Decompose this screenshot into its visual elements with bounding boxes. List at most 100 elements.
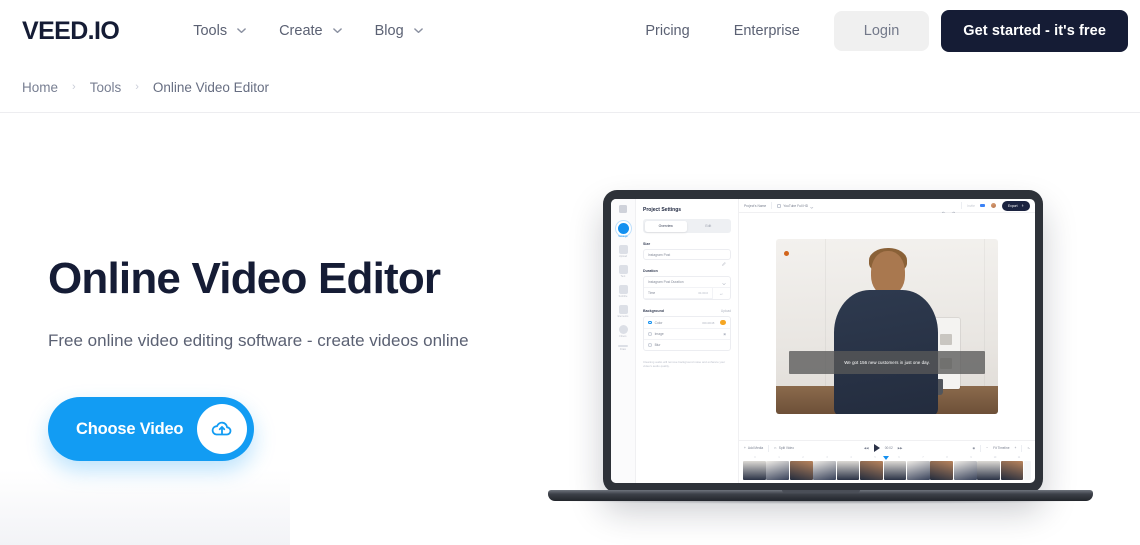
login-button[interactable]: Login <box>833 11 930 51</box>
panel-tabs: Overview Edit <box>643 219 731 233</box>
color-swatch[interactable] <box>720 319 726 326</box>
video-preview[interactable]: We got 156 new customers in just one day… <box>776 239 998 414</box>
avatar[interactable] <box>989 202 997 209</box>
rail-item-subtitle[interactable]: Subtitle <box>611 285 635 298</box>
nav-item-create[interactable]: Create <box>279 23 342 39</box>
undo-icon[interactable] <box>941 203 946 215</box>
breadcrumb-item-home[interactable]: Home <box>8 80 72 95</box>
duration-label: Duration <box>643 269 658 273</box>
background-option-color[interactable]: Color #0C2D48 <box>644 317 730 328</box>
radio-icon <box>648 343 652 347</box>
nav-item-label: Blog <box>374 23 404 39</box>
filmstrip-frame <box>860 461 883 480</box>
nav-item-tools[interactable]: Tools <box>193 23 246 39</box>
export-label: Export <box>1007 203 1018 208</box>
rail-item-label: Draw <box>620 347 626 351</box>
settings-icon <box>617 223 629 234</box>
timeline-ruler[interactable]: 0 1 2 3 4 5 6 7 8 9 10 11 <box>739 455 1035 461</box>
background-upload-link[interactable]: Upload <box>721 309 731 313</box>
duration-time-field[interactable]: Time 01:00.0 <box>644 288 713 299</box>
rail-item-text[interactable]: Text <box>611 265 635 278</box>
get-started-button[interactable]: Get started - it's free <box>941 10 1128 52</box>
ruler-tick: 0 <box>754 457 756 459</box>
duration-stepper[interactable]: +/- <box>713 288 730 299</box>
invite-label[interactable]: Invite <box>967 204 975 208</box>
logo[interactable]: VEED.IO <box>22 17 120 46</box>
video-caption: We got 156 new customers in just one day… <box>789 350 985 374</box>
subtitle-icon <box>618 285 628 294</box>
nav-item-label: Create <box>279 23 323 39</box>
editor-screen: Settings Upload Text Subtitle Elements F… <box>611 199 1035 483</box>
decorative-gradient-panel <box>0 470 290 545</box>
editor-topbar: Project's Name YouTube Full HD Invite Ex… <box>739 199 1035 215</box>
rail-item-filters[interactable]: Filters <box>611 325 635 338</box>
radio-icon <box>648 332 652 336</box>
background-option-label: Color <box>654 320 663 325</box>
redo-icon[interactable] <box>951 203 956 215</box>
ruler-tick: 8 <box>946 457 948 459</box>
duration-card: Instagram Post Duration Time 01:00.0 +/- <box>643 276 731 300</box>
export-button[interactable]: Export <box>1001 200 1030 211</box>
rail-item-settings[interactable]: Settings <box>611 223 635 238</box>
rail-item-elements[interactable]: Elements <box>611 305 635 318</box>
skip-forward-button[interactable]: ▶▶ <box>898 446 903 450</box>
tab-edit[interactable]: Edit <box>687 221 730 232</box>
project-name[interactable]: Project's Name <box>744 204 766 208</box>
wall-decor-dot <box>783 251 789 257</box>
editor-main: Project's Name YouTube Full HD Invite Ex… <box>739 199 1035 483</box>
fit-timeline-label[interactable]: Fit Timeline <box>993 446 1009 450</box>
playhead[interactable] <box>882 456 889 460</box>
filmstrip-frame <box>766 461 790 480</box>
video-stage: We got 156 new customers in just one day… <box>739 213 1035 440</box>
secondary-nav: Pricing Enterprise Login Get started - i… <box>623 0 1128 62</box>
menu-icon[interactable] <box>619 205 627 213</box>
ruler-tick: 4 <box>850 457 852 459</box>
filmstrip-add-slot[interactable] <box>1024 461 1032 480</box>
divider <box>768 444 770 452</box>
laptop-mockup: Settings Upload Text Subtitle Elements F… <box>548 190 1093 510</box>
nav-link-pricing[interactable]: Pricing <box>623 23 711 39</box>
rail-item-draw[interactable]: Draw <box>611 345 635 351</box>
pencil-icon[interactable] <box>722 253 726 266</box>
zoom-in-button[interactable]: + <box>1014 446 1016 450</box>
panel-title: Project Settings <box>643 207 682 213</box>
background-option-image[interactable]: Image ▣ <box>644 328 730 339</box>
ruler-tick: 2 <box>802 457 804 459</box>
timeline-filmstrip[interactable] <box>739 461 1035 483</box>
scissors-icon: ✂ <box>774 446 777 450</box>
share-icon[interactable] <box>979 204 985 207</box>
zoom-out-button[interactable]: − <box>986 446 988 450</box>
rail-item-label: Upload <box>618 255 628 258</box>
size-field[interactable]: Instagram Post <box>643 249 731 266</box>
filmstrip-frame <box>836 461 860 480</box>
rail-item-upload[interactable]: Upload <box>611 245 635 258</box>
filmstrip-frame <box>953 461 977 480</box>
add-media-button[interactable]: + Add Media <box>744 446 763 450</box>
skip-back-button[interactable]: ◀◀ <box>864 446 869 450</box>
size-label: Size <box>643 242 651 246</box>
filmstrip-frame <box>1000 461 1024 480</box>
divider <box>980 444 982 452</box>
choose-video-button[interactable]: Choose Video <box>48 397 254 461</box>
breadcrumb: Home › Tools › Online Video Editor <box>0 62 1140 112</box>
duration-preset-select[interactable]: Instagram Post Duration <box>644 277 730 288</box>
video-caption-text: We got 156 new customers in just one day… <box>844 359 930 365</box>
nav-item-blog[interactable]: Blog <box>374 23 423 39</box>
page-subtitle: Free online video editing software - cre… <box>48 331 469 350</box>
duration-time-label: Time <box>648 291 656 295</box>
waveform-icon[interactable]: ∿ <box>1027 446 1030 450</box>
play-button[interactable] <box>873 444 880 452</box>
download-icon <box>1021 204 1024 207</box>
split-video-button[interactable]: ✂ Split Video <box>774 446 794 450</box>
laptop-lid: Settings Upload Text Subtitle Elements F… <box>603 190 1043 493</box>
background-label: Background <box>643 309 664 313</box>
breadcrumb-item-current: Online Video Editor <box>152 79 269 95</box>
tab-overview[interactable]: Overview <box>644 220 687 232</box>
image-picker-icon: ▣ <box>723 332 726 336</box>
volume-icon[interactable]: ◉ <box>973 446 976 450</box>
choose-video-label: Choose Video <box>76 419 184 438</box>
background-option-blur[interactable]: Blur <box>644 339 730 350</box>
breadcrumb-item-tools[interactable]: Tools <box>76 80 136 95</box>
cloud-upload-icon <box>197 404 247 454</box>
nav-link-enterprise[interactable]: Enterprise <box>712 23 822 39</box>
